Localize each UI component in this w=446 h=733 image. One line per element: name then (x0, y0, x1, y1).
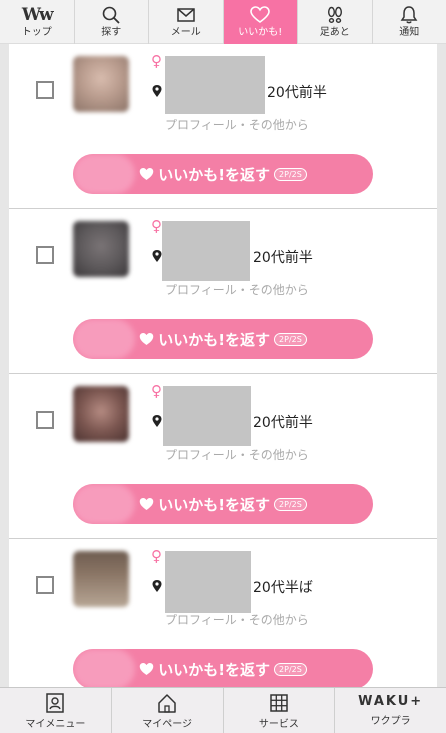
tab-mail-label: メール (170, 27, 201, 38)
waku-plus-icon: WAKU+ (358, 694, 424, 709)
avatar[interactable] (73, 551, 129, 607)
profile-link[interactable]: プロフィール・その他から (165, 281, 309, 298)
tab-mail[interactable]: メール (149, 0, 224, 44)
heart-icon (139, 333, 154, 345)
button-highlight (73, 484, 135, 524)
user-card: ♀ 20代前半 プロフィール・その他から いいかも!を返す 2P/2S (9, 209, 437, 374)
bottom-tab-my-page[interactable]: マイページ (112, 688, 224, 733)
user-card: ♀ 20代前半 プロフィール・その他から いいかも!を返す 2P/2S (9, 374, 437, 539)
search-icon (102, 6, 120, 24)
cost-badge: 2P/2S (274, 332, 307, 346)
mail-icon (177, 8, 195, 22)
name-redacted (163, 386, 251, 446)
like-back-button[interactable]: いいかも!を返す 2P/2S (73, 319, 373, 359)
tab-likes[interactable]: いいかも! (223, 0, 298, 44)
tab-search[interactable]: 探す (75, 0, 149, 44)
name-redacted (165, 551, 251, 613)
age-label: 20代前半 (253, 250, 313, 266)
female-icon: ♀ (151, 547, 162, 565)
profile-link[interactable]: プロフィール・その他から (165, 446, 309, 463)
button-highlight (73, 319, 135, 359)
tab-top[interactable]: Ww トップ (0, 0, 75, 44)
grid-icon (270, 693, 288, 712)
bottom-tab-services[interactable]: サービス (224, 688, 336, 733)
likes-list[interactable]: ♀ 20代前半 プロフィール・その他から いいかも!を返す 2P/2S ♀ 20… (0, 44, 446, 687)
tab-likes-label: いいかも! (238, 27, 283, 38)
name-redacted (165, 56, 265, 114)
like-back-button[interactable]: いいかも!を返す 2P/2S (73, 484, 373, 524)
avatar[interactable] (73, 56, 129, 112)
profile-link[interactable]: プロフィール・その他から (165, 611, 309, 628)
button-highlight (73, 154, 135, 194)
user-card: ♀ 20代半ば プロフィール・その他から いいかも!を返す 2P/2S (9, 539, 437, 687)
like-back-button[interactable]: いいかも!を返す 2P/2S (73, 154, 373, 194)
tab-top-label: トップ (21, 27, 52, 38)
cost-badge: 2P/2S (274, 497, 307, 511)
user-card-icon (46, 692, 65, 713)
bottom-tab-my-menu[interactable]: マイメニュー (0, 688, 112, 733)
bottom-tab-services-label: サービス (258, 718, 299, 730)
location-pin-icon (152, 580, 162, 592)
heart-icon (139, 498, 154, 510)
female-icon: ♀ (151, 217, 162, 235)
left-rail (0, 44, 9, 687)
select-checkbox[interactable] (36, 246, 54, 264)
right-rail (437, 44, 446, 687)
like-back-label: いいかも!を返す (158, 660, 271, 679)
user-card: ♀ 20代前半 プロフィール・その他から いいかも!を返す 2P/2S (9, 44, 437, 209)
heart-icon (250, 6, 271, 23)
tab-notifications[interactable]: 通知 (373, 0, 446, 44)
select-checkbox[interactable] (36, 576, 54, 594)
heart-icon (139, 663, 154, 675)
like-back-button[interactable]: いいかも!を返す 2P/2S (73, 649, 373, 687)
cost-badge: 2P/2S (274, 167, 307, 181)
bottom-tab-my-page-label: マイページ (142, 718, 193, 730)
like-back-label: いいかも!を返す (158, 165, 271, 184)
bottom-navigation: マイメニュー マイページ サービス WAKU+ ワクプラ (0, 687, 446, 733)
select-checkbox[interactable] (36, 411, 54, 429)
button-highlight (73, 649, 135, 687)
bottom-tab-wakupura-label: ワクプラ (370, 716, 411, 727)
location-pin-icon (152, 415, 162, 427)
avatar[interactable] (73, 386, 129, 442)
female-icon: ♀ (151, 382, 162, 400)
top-navigation: Ww トップ 探す メール いいかも! 足あと 通知 (0, 0, 446, 44)
like-back-label: いいかも!を返す (158, 330, 271, 349)
name-redacted (162, 221, 250, 281)
footprints-icon (327, 6, 342, 23)
location-pin-icon (152, 85, 162, 97)
age-label: 20代前半 (253, 415, 313, 431)
select-checkbox[interactable] (36, 81, 54, 99)
home-icon (158, 693, 176, 713)
like-back-label: いいかも!を返す (158, 495, 271, 514)
female-icon: ♀ (151, 52, 162, 70)
tab-footprints[interactable]: 足あと (298, 0, 373, 44)
tab-search-label: 探す (101, 27, 122, 38)
age-label: 20代半ば (253, 580, 313, 596)
heart-icon (139, 168, 154, 180)
profile-link[interactable]: プロフィール・その他から (165, 116, 309, 133)
cost-badge: 2P/2S (274, 662, 307, 676)
bottom-tab-wakupura[interactable]: WAKU+ ワクプラ (335, 688, 446, 733)
ww-logo-icon: Ww (21, 5, 54, 25)
bottom-tab-my-menu-label: マイメニュー (25, 718, 86, 730)
tab-footprints-label: 足あと (319, 27, 350, 38)
avatar[interactable] (73, 221, 129, 277)
age-label: 20代前半 (267, 85, 327, 101)
tab-notifications-label: 通知 (399, 27, 420, 38)
bell-icon (400, 6, 418, 24)
